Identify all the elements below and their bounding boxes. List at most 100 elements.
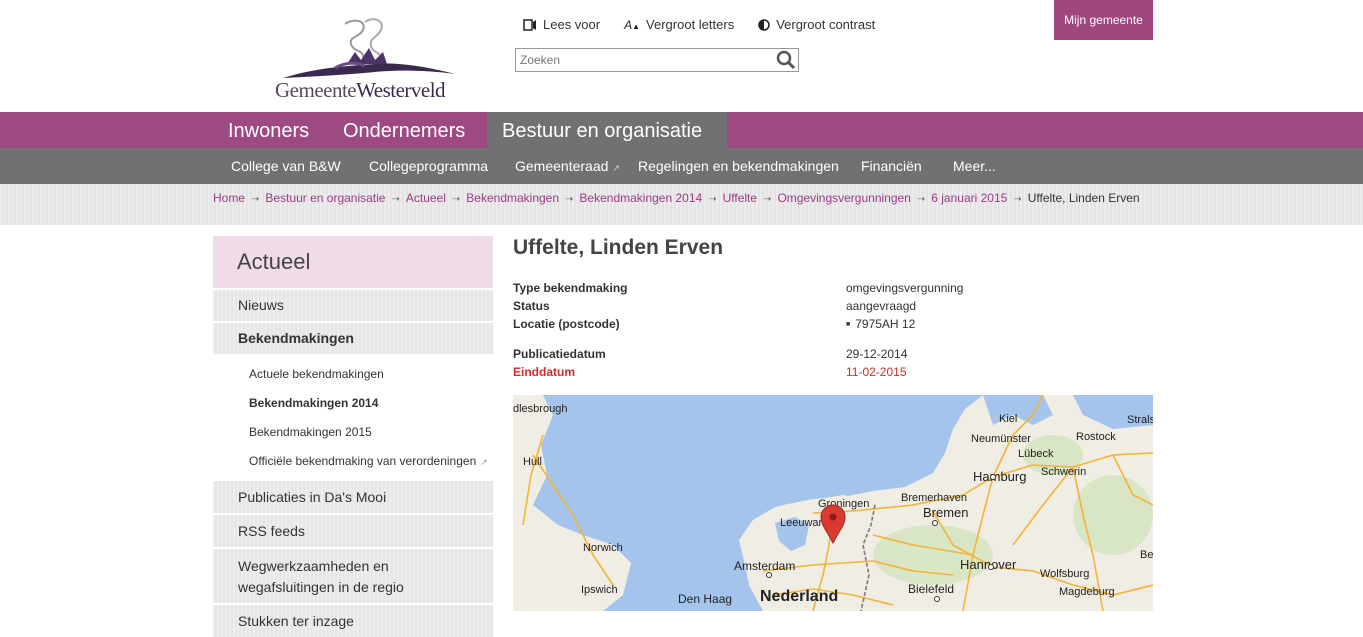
subnav-gemeenteraad[interactable]: Gemeenteraad ↗ <box>515 148 620 186</box>
breadcrumb-bestuur[interactable]: Bestuur en organisatie <box>265 191 385 205</box>
map-label: Lübeck <box>1018 448 1054 460</box>
read-aloud-label: Lees voor <box>543 17 601 32</box>
sidebar: Actueel Nieuws Bekendmakingen Actuele be… <box>213 236 493 637</box>
main-nav: Inwoners Ondernemers Bestuur en organisa… <box>0 112 1363 148</box>
map-label: Neumünster <box>971 433 1031 445</box>
bullet-icon: ■ <box>846 320 851 328</box>
arrow-right-icon: ➝ <box>251 194 260 205</box>
detail-row: Status aangevraagd <box>513 297 1153 315</box>
subnav-meer[interactable]: Meer... <box>953 148 996 184</box>
external-link-icon: ↗ <box>480 457 488 467</box>
map-label: Kiel <box>999 413 1017 425</box>
sidebar-item-wegwerkzaamheden[interactable]: Wegwerkzaamheden en wegafsluitingen in d… <box>213 547 493 603</box>
detail-value: 11-02-2015 <box>846 365 907 379</box>
detail-key: Locatie (postcode) <box>513 317 620 331</box>
detail-key: Publicatiedatum <box>513 347 606 361</box>
arrow-right-icon: ➝ <box>916 194 926 205</box>
contrast-label: Vergroot contrast <box>776 17 876 32</box>
map-label: Wolfsburg <box>1040 568 1089 580</box>
nav-bestuur[interactable]: Bestuur en organisatie <box>487 112 727 148</box>
breadcrumb-omgevingsvergunningen[interactable]: Omgevingsvergunningen <box>777 191 910 205</box>
sidebar-item-bekendmakingen[interactable]: Bekendmakingen <box>213 321 493 354</box>
sub-nav: College van B&W Collegeprogramma Gemeent… <box>0 148 1363 184</box>
contrast-icon <box>758 18 770 31</box>
sidebar-item-stukken[interactable]: Stukken ter inzage <box>213 603 493 637</box>
map-canvas: dlesbrough Kiel Stralsu Neumünster Rosto… <box>513 395 1153 611</box>
detail-value: omgevingsvergunning <box>846 281 964 295</box>
search-input[interactable] <box>516 49 766 71</box>
map-label: Nederland <box>760 588 838 605</box>
subnav-college[interactable]: College van B&W <box>231 148 341 184</box>
sidebar-item-rss[interactable]: RSS feeds <box>213 513 493 547</box>
subnav-collegeprogramma[interactable]: Collegeprogramma <box>369 148 488 184</box>
contrast-button[interactable]: Vergroot contrast <box>758 17 875 32</box>
breadcrumb-home[interactable]: Home <box>213 191 245 205</box>
sidebar-submenu: Actuele bekendmakingen Bekendmakingen 20… <box>213 354 493 479</box>
speaker-icon <box>523 18 536 31</box>
logo-text-2: Westerveld <box>356 78 446 102</box>
arrow-right-icon: ➝ <box>391 194 400 205</box>
detail-row: Einddatum 11-02-2015 <box>513 363 1153 381</box>
map-label: Hannover <box>960 557 1017 572</box>
details-list: Type bekendmaking omgevingsvergunning Sta… <box>513 279 1153 381</box>
map-label: dlesbrough <box>513 403 567 415</box>
map-label: Be <box>1140 549 1153 561</box>
map-label: Ipswich <box>581 584 618 596</box>
sidebar-item-nieuws[interactable]: Nieuws <box>213 288 493 321</box>
arrow-right-icon: ➝ <box>565 194 574 205</box>
map-label: Bielefeld <box>908 582 954 596</box>
accessibility-tools: Lees voor A▲ Vergroot letters Vergroot c… <box>523 17 899 32</box>
map-label: Rostock <box>1076 431 1116 443</box>
arrow-right-icon: ➝ <box>708 194 717 205</box>
page-title: Uffelte, Linden Erven <box>513 236 724 259</box>
subnav-regelingen[interactable]: Regelingen en bekendmakingen <box>638 148 839 184</box>
breadcrumb-bekendmakingen[interactable]: Bekendmakingen <box>466 191 559 205</box>
nav-inwoners[interactable]: Inwoners <box>228 112 309 148</box>
map-label: Magdeburg <box>1059 586 1115 598</box>
arrow-right-icon: ➝ <box>451 194 461 205</box>
map-label: Schwerin <box>1041 466 1086 478</box>
external-link-icon: ↗ <box>612 163 620 173</box>
read-aloud-button[interactable]: Lees voor <box>523 17 600 32</box>
sidebar-subitem-actuele[interactable]: Actuele bekendmakingen <box>213 360 493 389</box>
header: GemeenteWesterveld Lees voor A▲ Vergroot… <box>0 0 1363 112</box>
detail-row: Locatie (postcode) ■ 7975AH 12 <box>513 315 1153 333</box>
breadcrumb: Home ➝ Bestuur en organisatie ➝ Actueel ➝ Beke… <box>213 192 1143 206</box>
detail-key: Type bekendmaking <box>513 281 628 295</box>
map-label: Den Haag <box>678 592 732 606</box>
breadcrumb-bar: Home ➝ Bestuur en organisatie ➝ Actueel ➝ Beke… <box>0 184 1363 225</box>
sidebar-title: Actueel <box>213 236 493 288</box>
arrow-right-icon: ➝ <box>763 194 772 205</box>
sidebar-subitem-verordeningen-label: Officiële bekendmaking van verordeningen <box>249 454 477 468</box>
subnav-financien[interactable]: Financiën <box>861 148 922 184</box>
enlarge-text-button[interactable]: A▲ Vergroot letters <box>624 17 734 32</box>
breadcrumb-date[interactable]: 6 januari 2015 <box>931 191 1007 205</box>
postcode-value: 7975AH 12 <box>855 317 916 331</box>
map-label: Bremen <box>923 505 969 520</box>
map-label: Hamburg <box>973 469 1026 484</box>
detail-value: 29-12-2014 <box>846 347 908 361</box>
detail-key: Status <box>513 299 550 313</box>
main-content: Uffelte, Linden Erven Type bekendmaking o… <box>513 236 1153 381</box>
sidebar-subitem-verordeningen[interactable]: Officiële bekendmaking van verordeningen… <box>213 447 493 476</box>
search-box <box>515 48 799 72</box>
map-label: Stralsu <box>1127 414 1153 426</box>
location-map[interactable]: dlesbrough Kiel Stralsu Neumünster Rosto… <box>513 395 1153 611</box>
logo[interactable]: GemeenteWesterveld <box>275 16 465 102</box>
breadcrumb-actueel[interactable]: Actueel <box>406 191 446 205</box>
map-label: Hull <box>523 456 542 468</box>
breadcrumb-uffelte[interactable]: Uffelte <box>723 191 757 205</box>
arrow-right-icon: ➝ <box>1013 194 1022 205</box>
search-icon[interactable] <box>776 50 796 70</box>
map-label: Norwich <box>583 542 623 554</box>
sidebar-subitem-2015[interactable]: Bekendmakingen 2015 <box>213 418 493 447</box>
mijn-gemeente-button[interactable]: Mijn gemeente <box>1054 0 1153 40</box>
breadcrumb-current: Uffelte, Linden Erven <box>1027 191 1140 205</box>
breadcrumb-bekendmakingen-2014[interactable]: Bekendmakingen 2014 <box>579 191 702 205</box>
sidebar-item-publicaties[interactable]: Publicaties in Da's Mooi <box>213 479 493 513</box>
subnav-gemeenteraad-label: Gemeenteraad <box>515 158 609 174</box>
enlarge-text-label: Vergroot letters <box>646 17 735 32</box>
nav-ondernemers[interactable]: Ondernemers <box>343 112 465 148</box>
detail-row: Publicatiedatum 29-12-2014 <box>513 345 1153 363</box>
sidebar-subitem-2014[interactable]: Bekendmakingen 2014 <box>213 389 493 418</box>
